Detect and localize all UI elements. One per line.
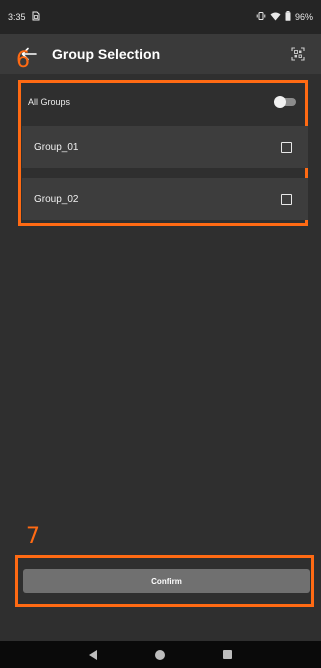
group-label: Group_01 xyxy=(34,141,79,153)
battery-icon xyxy=(285,11,291,23)
annotation-marker-7: 7 xyxy=(26,524,40,549)
group-01-checkbox[interactable] xyxy=(281,141,292,153)
qr-scan-icon[interactable] xyxy=(287,43,309,65)
system-nav-bar xyxy=(0,641,321,668)
all-groups-row[interactable]: All Groups xyxy=(18,84,308,120)
all-groups-toggle[interactable] xyxy=(274,96,296,108)
battery-percent: 96% xyxy=(294,12,313,22)
app-bar: Group Selection xyxy=(0,34,321,74)
page-title: Group Selection xyxy=(52,46,161,62)
confirm-button[interactable]: Confirm xyxy=(23,569,310,593)
group-label: Group_02 xyxy=(34,193,79,205)
back-triangle-icon[interactable] xyxy=(89,649,97,660)
home-circle-icon[interactable] xyxy=(155,649,165,660)
status-time: 3:35 xyxy=(8,12,26,22)
status-bar: 3:35 96% xyxy=(0,0,321,34)
recents-square-icon[interactable] xyxy=(223,650,232,659)
wifi-icon xyxy=(270,12,281,23)
group-row-02[interactable]: Group_02 xyxy=(22,178,308,220)
all-groups-label: All Groups xyxy=(28,97,71,107)
vibrate-icon xyxy=(256,11,266,23)
annotation-marker-6: 6 xyxy=(16,48,30,73)
sim-card-icon xyxy=(32,11,40,23)
group-row-01[interactable]: Group_01 xyxy=(22,126,308,168)
group-02-checkbox[interactable] xyxy=(281,193,292,205)
toggle-knob xyxy=(274,96,286,108)
